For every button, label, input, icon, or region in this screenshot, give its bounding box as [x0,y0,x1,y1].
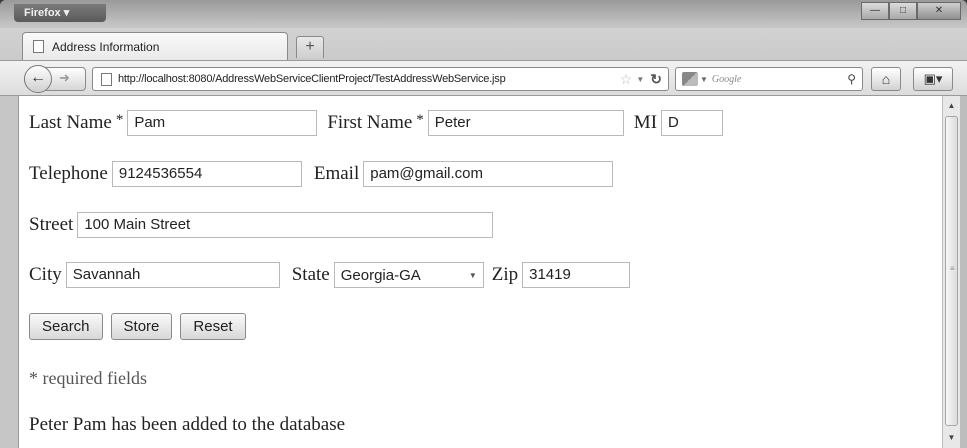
reset-button[interactable]: Reset [180,313,246,340]
street-label: Street [29,214,74,235]
zip-label: Zip [491,264,519,285]
zip-field[interactable]: 31419 [522,262,631,288]
email-field[interactable]: pam@gmail.com [363,161,614,187]
mi-label: MI [633,112,658,133]
store-button[interactable]: Store [110,313,173,340]
page-content: Last Name * Pam First Name * Peter MI D … [18,96,942,448]
page-icon [101,72,112,86]
grip-icon: ≡ [950,264,955,273]
name-row: Last Name * Pam First Name * Peter MI D [29,110,724,136]
last-name-label: Last Name [29,112,112,133]
url-bar[interactable]: http://localhost:8080/AddressWebServiceC… [92,67,669,91]
window-border [960,96,967,448]
tab-label: Address Information [52,39,160,54]
first-name-field[interactable]: Peter [427,110,624,136]
page-icon [33,40,44,53]
reload-icon[interactable]: ↻ [650,71,662,88]
tab-strip: Address Information + [0,28,967,60]
search-bar[interactable]: ▼ Google ⚲ [675,67,863,91]
home-button[interactable]: ⌂ [871,67,901,91]
search-icon[interactable]: ⚲ [847,72,856,86]
new-tab-button[interactable]: + [296,36,324,58]
mi-field[interactable]: D [661,110,724,136]
firefox-menu-button[interactable]: Firefox ▾ [14,4,106,22]
telephone-label: Telephone [29,163,108,184]
state-select[interactable]: Georgia-GA ▼ [333,262,484,288]
bookmark-star-icon[interactable]: ☆ [620,71,633,88]
window-controls: — □ ✕ [861,2,961,20]
required-asterisk: * [115,111,124,128]
scroll-up-arrow-icon[interactable]: ▲ [943,98,960,114]
minimize-button[interactable]: — [861,2,889,20]
chevron-down-icon: ▼ [468,270,477,280]
contact-row: Telephone 9124536554 Email pam@gmail.com [29,161,614,187]
back-button[interactable]: ← [24,65,52,93]
history-dropdown-icon[interactable]: ▼ [636,75,644,84]
status-message: Peter Pam has been added to the database [29,414,346,435]
url-text[interactable]: http://localhost:8080/AddressWebServiceC… [118,73,620,85]
engine-dropdown-icon[interactable]: ▼ [700,75,708,84]
search-input[interactable]: Google [712,74,847,85]
required-asterisk: * [416,111,424,128]
city-label: City [29,264,62,285]
title-bar: Firefox ▾ — □ ✕ [0,0,967,28]
required-fields-note: * required fields [29,368,147,388]
city-field[interactable]: Savannah [65,262,280,288]
scroll-thumb[interactable]: ≡ [945,116,958,426]
location-row: City Savannah State Georgia-GA ▼ Zip 314… [29,262,631,288]
navigation-toolbar: ← ➜ http://localhost:8080/AddressWebServ… [0,60,967,96]
street-row: Street 100 Main Street [29,212,494,238]
street-field[interactable]: 100 Main Street [77,212,494,238]
telephone-field[interactable]: 9124536554 [111,161,302,187]
email-label: Email [313,163,360,184]
close-window-button[interactable]: ✕ [917,2,961,20]
state-label: State [291,264,330,285]
browser-window: Firefox ▾ — □ ✕ Address Information + ← … [0,0,967,448]
back-forward-group: ← ➜ [24,65,86,93]
search-engine-icon[interactable] [682,72,698,86]
state-selected-value: Georgia-GA [340,266,421,284]
button-row: Search Store Reset [29,313,254,340]
last-name-field[interactable]: Pam [127,110,318,136]
maximize-button[interactable]: □ [889,2,917,20]
addon-bar-button[interactable]: ▣▾ [913,67,953,91]
forward-button[interactable]: ➜ [59,70,70,86]
scroll-down-arrow-icon[interactable]: ▼ [943,430,960,446]
vertical-scrollbar[interactable]: ▲ ≡ ▼ [942,96,960,448]
tab-address-information[interactable]: Address Information [22,32,288,60]
first-name-label: First Name [327,112,413,133]
search-button[interactable]: Search [29,313,103,340]
